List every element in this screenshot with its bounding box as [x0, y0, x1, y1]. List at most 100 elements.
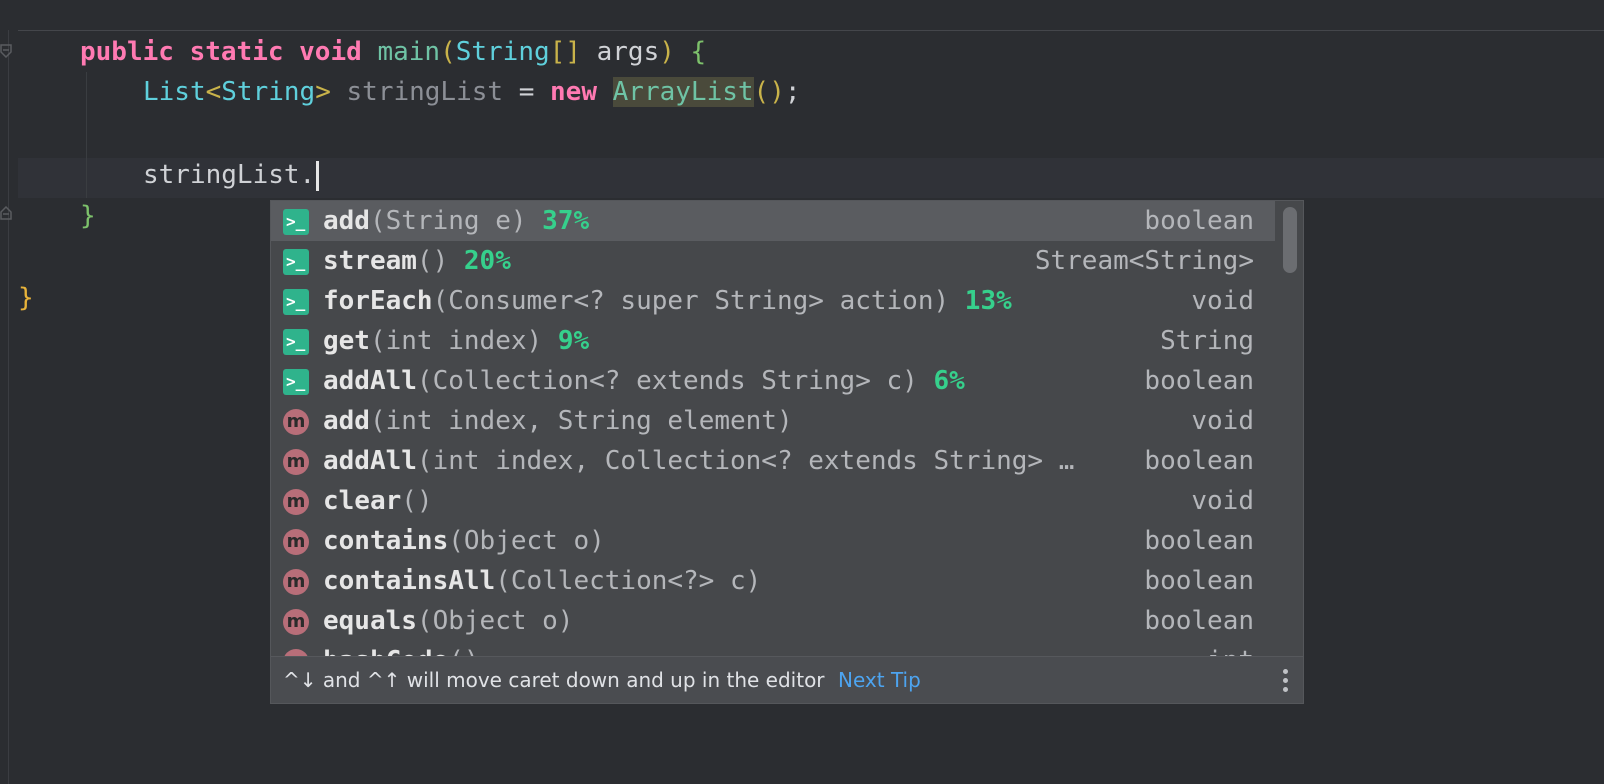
ai-ranked-method-icon: >_: [283, 209, 309, 235]
keyword: new: [550, 77, 597, 107]
method-name: addAll: [323, 366, 417, 396]
method-icon: m: [283, 489, 309, 515]
code-line-1[interactable]: public static void main(String[] args) {: [80, 32, 706, 72]
code-line-2[interactable]: List<String> stringList = new ArrayList(…: [143, 72, 801, 112]
method-params: (int index): [369, 326, 543, 356]
completion-signature: equals(Object o): [323, 601, 573, 641]
method-params: (Collection<? extends String> c): [416, 366, 918, 396]
method-name: equals: [323, 606, 417, 636]
return-type: void: [1191, 406, 1254, 436]
method-params: (Consumer<? super String> action): [432, 286, 950, 316]
method-params: (Object o): [448, 526, 605, 556]
method-name: containsAll: [323, 566, 496, 596]
method-name: add: [323, 406, 370, 436]
keyword: static: [189, 37, 284, 67]
completion-item[interactable]: >_ addAll(Collection<? extends String> c)…: [271, 361, 1276, 401]
method-params: (Object o): [416, 606, 574, 636]
relevance-percent: 6%: [933, 366, 965, 396]
tip-text: ^↓ and ^↑ will move caret down and up in…: [283, 668, 825, 692]
completion-item[interactable]: m equals(Object o) boolean: [271, 601, 1276, 641]
scrollbar-track[interactable]: [1275, 201, 1303, 657]
paren: (): [753, 77, 785, 107]
relevance-percent: 9%: [557, 326, 590, 356]
method-params: (): [416, 246, 449, 276]
completion-item[interactable]: m addAll(int index, Collection<? extends …: [271, 441, 1276, 481]
method-name: stream: [323, 246, 417, 276]
angle-bracket: <: [205, 77, 222, 107]
return-type: int: [1207, 641, 1254, 657]
return-type: boolean: [1144, 206, 1254, 236]
completion-item[interactable]: >_ forEach(Consumer<? super String> actio…: [271, 281, 1276, 321]
method-name: main: [377, 37, 441, 67]
return-type: boolean: [1144, 566, 1254, 596]
method-name: forEach: [323, 286, 433, 316]
paren: (: [440, 37, 456, 67]
keyword: void: [299, 37, 362, 67]
scrollbar-thumb[interactable]: [1283, 207, 1297, 273]
constructor-name: ArrayList: [612, 77, 754, 107]
ai-ranked-method-icon: >_: [283, 329, 309, 355]
completion-signature: stream() 20%: [323, 241, 511, 281]
completion-item[interactable]: >_ get(int index) 9% String: [271, 321, 1276, 361]
method-name: addAll: [323, 446, 417, 476]
completion-item[interactable]: m add(int index, String element) void: [271, 401, 1276, 441]
code-line-5[interactable]: }: [80, 196, 96, 236]
ai-ranked-method-icon: >_: [283, 369, 309, 395]
completion-item[interactable]: m clear() void: [271, 481, 1276, 521]
completion-item[interactable]: m contains(Object o) boolean: [271, 521, 1276, 561]
code-line-7[interactable]: }: [18, 278, 34, 318]
operator: =: [518, 77, 535, 107]
more-options-icon[interactable]: [1283, 669, 1289, 693]
ai-ranked-method-icon: >_: [283, 289, 309, 315]
next-tip-link[interactable]: Next Tip: [838, 657, 921, 703]
return-type: void: [1191, 286, 1254, 316]
method-params: (String e): [369, 206, 527, 236]
brackets: []: [549, 37, 581, 67]
completion-signature: addAll(Collection<? extends String> c) 6…: [323, 361, 965, 401]
completion-item[interactable]: mhashCode()int: [271, 641, 1276, 657]
completion-item[interactable]: >_ stream() 20% Stream<String>: [271, 241, 1276, 281]
completion-signature: get(int index) 9%: [323, 321, 589, 361]
code-line-4[interactable]: stringList.: [143, 155, 320, 195]
semicolon: ;: [784, 77, 801, 107]
completion-footer: ^↓ and ^↑ will move caret down and up in…: [271, 656, 1303, 703]
method-icon: m: [283, 449, 309, 475]
completion-signature: add(int index, String element): [323, 401, 793, 441]
editor-top-rule: [18, 30, 1604, 31]
return-type: boolean: [1144, 366, 1254, 396]
completion-popup[interactable]: >_ add(String e) 37% boolean >_ stream() 20%…: [270, 200, 1304, 704]
method-name: get: [323, 326, 370, 356]
method-params: (Collection<?> c): [495, 566, 762, 596]
fold-end-icon[interactable]: [0, 206, 12, 220]
angle-bracket: >: [315, 77, 331, 107]
return-type: String: [1160, 326, 1254, 356]
method-name: contains: [323, 526, 449, 556]
completion-list[interactable]: >_ add(String e) 37% boolean >_ stream() 20%…: [271, 201, 1276, 657]
method-name: add: [323, 206, 370, 236]
text-caret: [316, 160, 320, 191]
gutter-line: [8, 30, 9, 784]
relevance-percent: 37%: [542, 206, 590, 236]
return-type: Stream<String>: [1034, 246, 1254, 276]
completion-signature: forEach(Consumer<? super String> action)…: [323, 281, 1012, 321]
type-name: List: [143, 77, 206, 107]
variable-name: stringList: [346, 77, 504, 107]
method-icon: m: [283, 569, 309, 595]
indent-guide: [86, 72, 87, 198]
return-type: boolean: [1144, 526, 1254, 556]
brace: }: [18, 283, 34, 313]
completion-item[interactable]: m containsAll(Collection<?> c) boolean: [271, 561, 1276, 601]
completion-signature: hashCode(): [323, 641, 480, 657]
return-type: boolean: [1144, 606, 1254, 636]
completion-signature: containsAll(Collection<?> c): [323, 561, 761, 601]
method-icon: m: [283, 529, 309, 555]
fold-start-icon[interactable]: [0, 44, 12, 58]
paren: ): [659, 37, 675, 67]
brace: }: [80, 201, 96, 231]
completion-signature: add(String e) 37%: [323, 201, 589, 241]
method-params: (int index, Collection<? extends String>…: [416, 446, 1075, 476]
type-name: String: [221, 77, 316, 107]
completion-item[interactable]: >_ add(String e) 37% boolean: [271, 201, 1276, 241]
param-name: args: [596, 37, 660, 67]
type-name: String: [455, 37, 550, 67]
